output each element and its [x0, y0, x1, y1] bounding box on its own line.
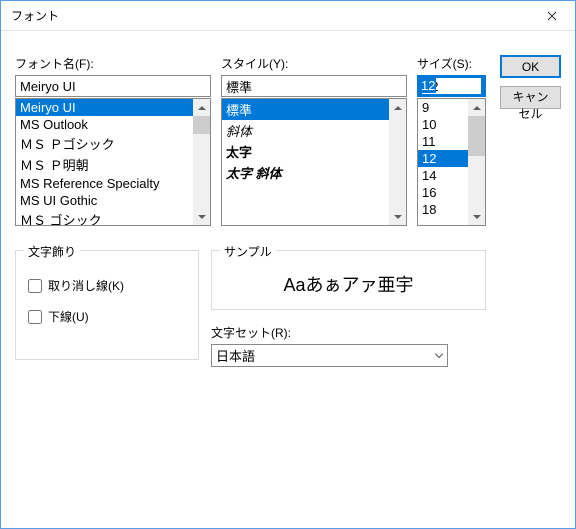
charset-combo[interactable]: 日本語 — [211, 344, 448, 367]
size-input[interactable] — [422, 78, 481, 94]
dialog-body: フォント名(F): Meiryo UIMS OutlookＭＳ ＰゴシックＭＳ … — [1, 31, 575, 528]
scroll-track[interactable] — [468, 116, 485, 208]
main-column: フォント名(F): Meiryo UIMS OutlookＭＳ ＰゴシックＭＳ … — [15, 55, 486, 514]
ok-button[interactable]: OK — [500, 55, 561, 78]
list-item[interactable]: ＭＳ Ｐ明朝 — [16, 154, 193, 175]
style-input[interactable] — [221, 75, 407, 97]
size-scrollbar[interactable] — [468, 99, 485, 225]
list-item[interactable]: MS Reference Specialty — [16, 175, 193, 192]
list-item[interactable]: MS UI Gothic — [16, 192, 193, 209]
underline-label: 下線(U) — [48, 308, 89, 325]
chevron-up-icon — [394, 106, 402, 110]
chevron-down-icon — [394, 215, 402, 219]
options-row: 文字飾り 取り消し線(K) 下線(U) サンプル Aaあぁアァ亜宇 — [15, 244, 486, 367]
list-item[interactable]: 斜体 — [222, 120, 389, 141]
charset-label: 文字セット(R): — [211, 324, 486, 341]
size-column: サイズ(S): 12 9101112141618 — [417, 55, 486, 226]
scroll-thumb[interactable] — [193, 116, 210, 134]
scroll-thumb[interactable] — [468, 116, 485, 156]
style-list-items: 標準斜体太字太字 斜体 — [222, 99, 389, 225]
underline-checkbox[interactable] — [28, 310, 42, 324]
scroll-down-button[interactable] — [468, 208, 485, 225]
sample-title: サンプル — [220, 243, 276, 260]
strike-checkbox-row[interactable]: 取り消し線(K) — [28, 277, 186, 294]
size-input-wrap: 12 — [417, 75, 486, 97]
font-selection-row: フォント名(F): Meiryo UIMS OutlookＭＳ ＰゴシックＭＳ … — [15, 55, 486, 226]
list-item[interactable]: 14 — [418, 167, 468, 184]
list-item[interactable]: 太字 斜体 — [222, 162, 389, 183]
list-item[interactable]: 18 — [418, 201, 468, 218]
window-title: フォント — [11, 7, 529, 24]
size-list-items: 9101112141618 — [418, 99, 468, 225]
scroll-up-button[interactable] — [193, 99, 210, 116]
decorations-title: 文字飾り — [24, 243, 80, 260]
list-item[interactable]: ＭＳ ゴシック — [16, 209, 193, 225]
scroll-down-button[interactable] — [193, 208, 210, 225]
strike-checkbox[interactable] — [28, 279, 42, 293]
scroll-track[interactable] — [193, 116, 210, 208]
chevron-down-icon — [198, 215, 206, 219]
list-item[interactable]: MS Outlook — [16, 116, 193, 133]
font-input[interactable] — [15, 75, 211, 97]
sample-text: Aaあぁアァ亜宇 — [283, 271, 413, 297]
list-item[interactable]: Meiryo UI — [16, 99, 193, 116]
scroll-up-button[interactable] — [468, 99, 485, 116]
font-scrollbar[interactable] — [193, 99, 210, 225]
scroll-down-button[interactable] — [389, 208, 406, 225]
decorations-group: 文字飾り 取り消し線(K) 下線(U) — [15, 250, 199, 360]
close-icon — [547, 11, 557, 21]
charset-value: 日本語 — [216, 346, 255, 365]
style-column: スタイル(Y): 標準斜体太字太字 斜体 — [221, 55, 407, 226]
font-listbox[interactable]: Meiryo UIMS OutlookＭＳ ＰゴシックＭＳ Ｐ明朝MS Refe… — [15, 98, 211, 226]
style-label: スタイル(Y): — [221, 55, 407, 72]
sample-group: サンプル Aaあぁアァ亜宇 — [211, 250, 486, 310]
chevron-down-icon — [435, 353, 443, 358]
list-item[interactable]: 16 — [418, 184, 468, 201]
style-scrollbar[interactable] — [389, 99, 406, 225]
list-item[interactable]: 9 — [418, 99, 468, 116]
font-label: フォント名(F): — [15, 55, 211, 72]
style-listbox[interactable]: 標準斜体太字太字 斜体 — [221, 98, 407, 226]
strike-label: 取り消し線(K) — [48, 277, 124, 294]
chevron-down-icon — [473, 215, 481, 219]
size-label: サイズ(S): — [417, 55, 486, 72]
font-list-items: Meiryo UIMS OutlookＭＳ ＰゴシックＭＳ Ｐ明朝MS Refe… — [16, 99, 193, 225]
chevron-up-icon — [473, 106, 481, 110]
close-button[interactable] — [529, 1, 575, 31]
font-column: フォント名(F): Meiryo UIMS OutlookＭＳ ＰゴシックＭＳ … — [15, 55, 211, 226]
cancel-button[interactable]: キャンセル — [500, 86, 561, 109]
charset-block: 文字セット(R): 日本語 — [211, 324, 486, 367]
list-item[interactable]: 10 — [418, 116, 468, 133]
right-bottom-column: サンプル Aaあぁアァ亜宇 文字セット(R): 日本語 — [211, 244, 486, 367]
list-item[interactable]: 12 — [418, 150, 468, 167]
list-item[interactable]: ＭＳ Ｐゴシック — [16, 133, 193, 154]
size-listbox[interactable]: 9101112141618 — [417, 98, 486, 226]
underline-checkbox-row[interactable]: 下線(U) — [28, 308, 186, 325]
list-item[interactable]: 11 — [418, 133, 468, 150]
scroll-up-button[interactable] — [389, 99, 406, 116]
chevron-up-icon — [198, 106, 206, 110]
list-item[interactable]: 標準 — [222, 99, 389, 120]
titlebar: フォント — [1, 1, 575, 31]
scroll-track[interactable] — [389, 116, 406, 208]
button-column: OK キャンセル — [500, 55, 561, 514]
list-item[interactable]: 太字 — [222, 141, 389, 162]
font-dialog: フォント フォント名(F): Meiryo UIMS OutlookＭＳ Ｐゴシ… — [0, 0, 576, 529]
